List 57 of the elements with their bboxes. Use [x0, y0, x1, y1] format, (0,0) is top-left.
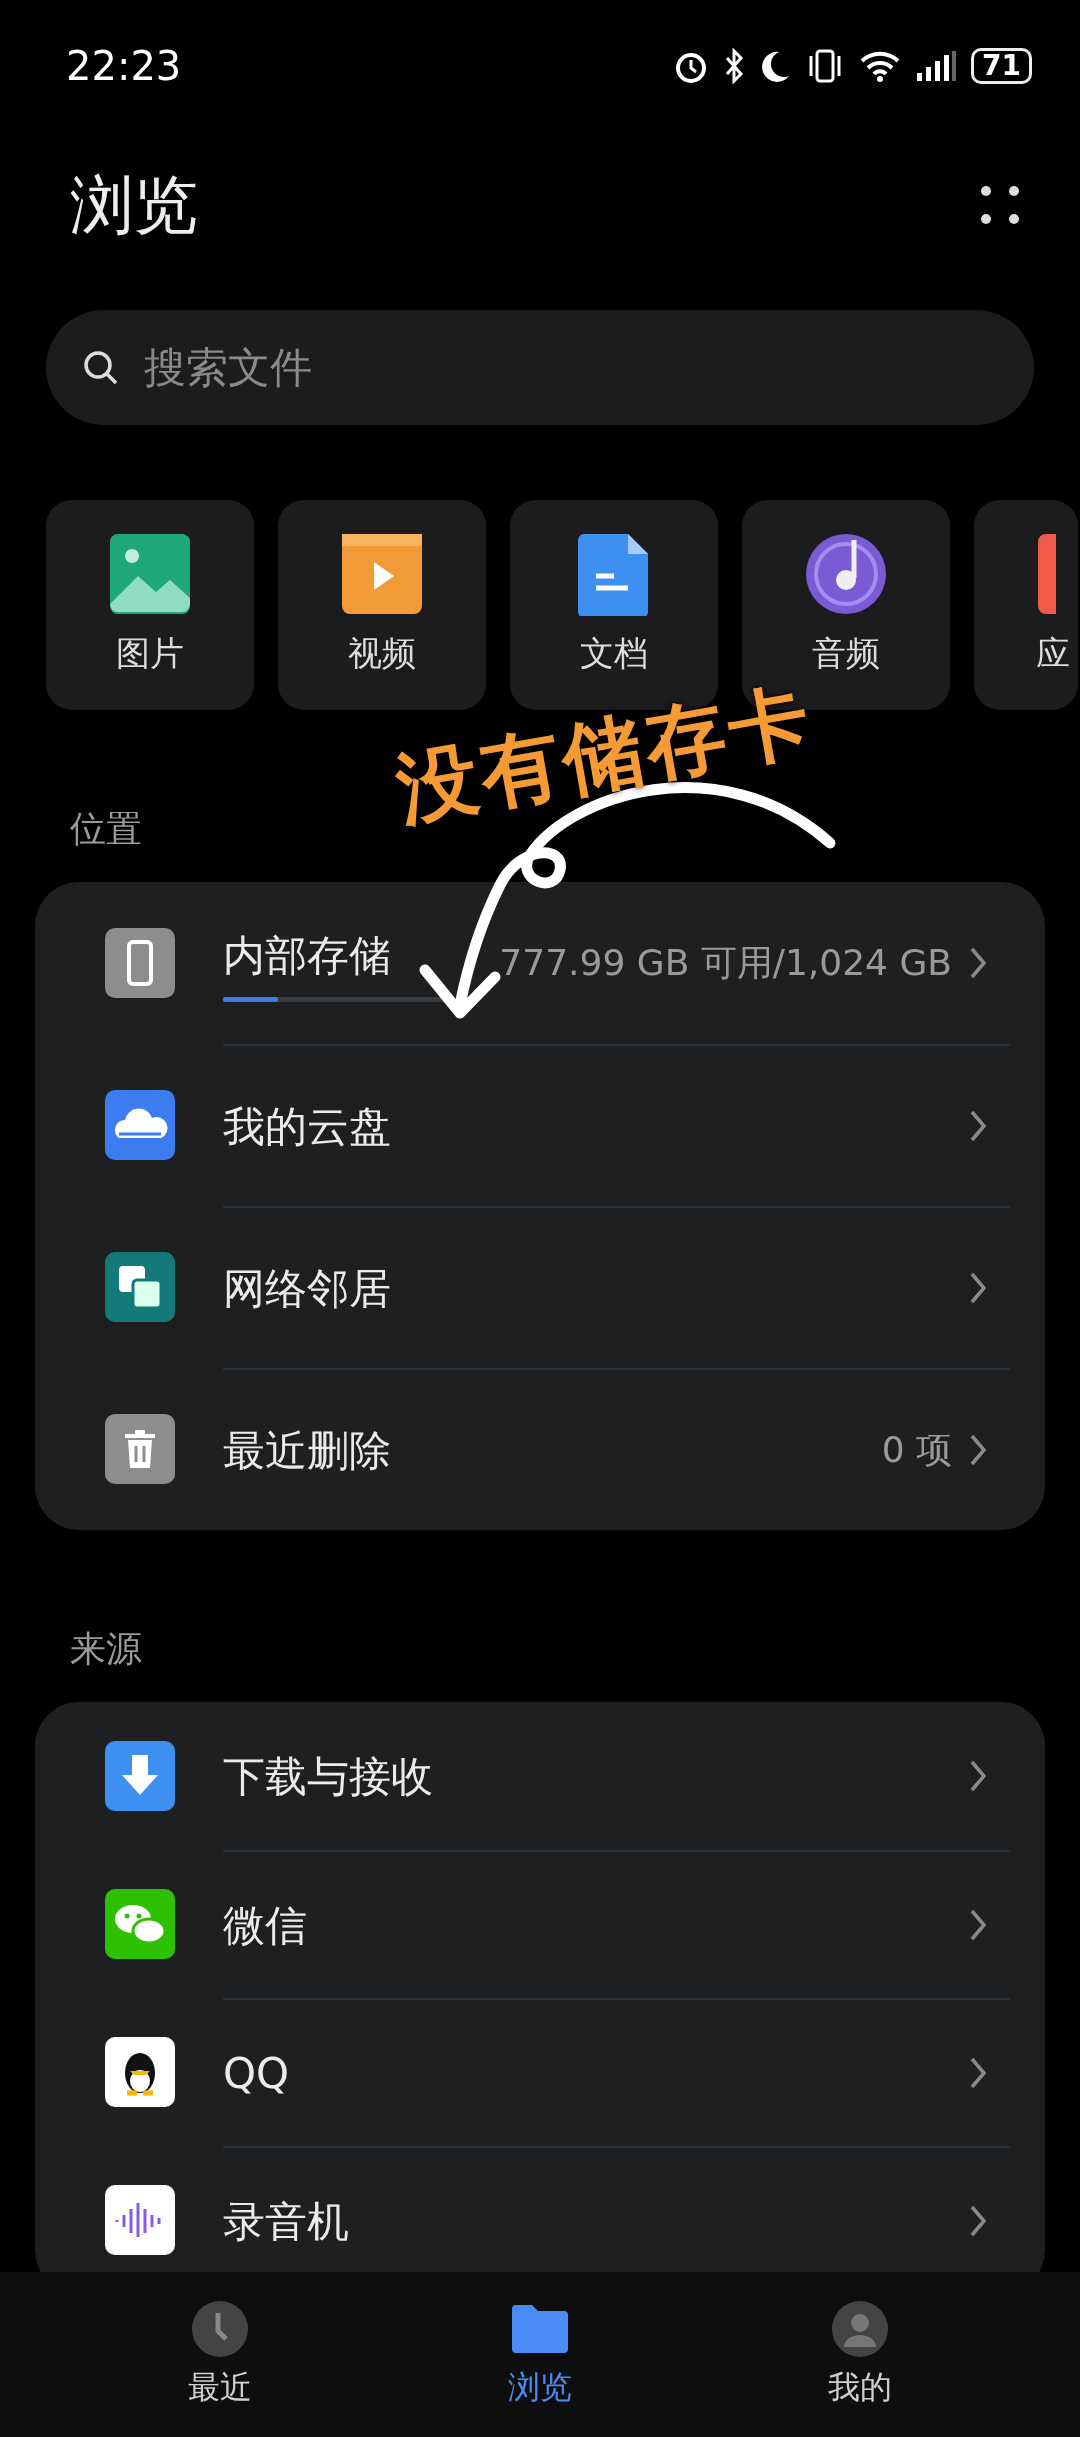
item-title: 网络邻居: [223, 1262, 391, 1315]
chevron-right-icon: [968, 1758, 988, 1794]
chevron-right-icon: [968, 2055, 988, 2091]
person-icon: [830, 2298, 890, 2357]
search-bar[interactable]: 搜索文件: [46, 310, 1034, 425]
list-item[interactable]: 内部存储 777.99 GB 可用/1,024 GB: [70, 882, 1010, 1044]
more-icon[interactable]: [980, 185, 1020, 225]
signal-icon: [915, 49, 958, 83]
play-icon: [340, 531, 424, 616]
music-disc-icon: [804, 531, 888, 616]
list-item[interactable]: 微信: [70, 1850, 1010, 1998]
item-title: 录音机: [223, 2195, 349, 2248]
overlapping-squares-icon: [105, 1252, 175, 1322]
nav-tab[interactable]: 我的: [760, 2297, 960, 2412]
chevron-right-icon: [968, 1270, 988, 1306]
chevron-right-icon: [968, 2203, 988, 2239]
penguin-icon: [105, 2037, 175, 2107]
category-tile[interactable]: 图片: [46, 500, 254, 710]
battery-level: 71: [971, 48, 1032, 84]
nav-tab[interactable]: 最近: [120, 2297, 320, 2412]
list-item[interactable]: 网络邻居: [70, 1206, 1010, 1368]
item-title: 最近删除: [223, 1424, 391, 1477]
nav-tab[interactable]: 浏览: [440, 2297, 640, 2412]
phone-icon: [105, 928, 175, 998]
wifi-icon: [859, 49, 902, 83]
search-field[interactable]: 搜索文件: [142, 335, 998, 400]
item-title: 下载与接收: [223, 1750, 433, 1803]
status-time: 22:23: [66, 42, 182, 91]
item-title: 内部存储: [223, 930, 392, 982]
item-detail: 777.99 GB 可用/1,024 GB: [499, 941, 952, 985]
chevron-right-icon: [968, 1108, 988, 1144]
download-icon: [105, 1741, 175, 1811]
item-title: 我的云盘: [223, 1100, 391, 1153]
list-item[interactable]: QQ: [70, 1998, 1010, 2146]
trash-icon: [105, 1414, 175, 1484]
chat-bubbles-icon: [105, 1889, 175, 1959]
list-item[interactable]: 我的云盘: [70, 1044, 1010, 1206]
chevron-right-icon: [968, 945, 988, 981]
item-detail: 0 项: [881, 1428, 952, 1472]
item-title: 微信: [223, 1899, 307, 1952]
category-tile[interactable]: 视频: [278, 500, 486, 710]
chevron-right-icon: [968, 1907, 988, 1943]
section-heading: 来源: [70, 1627, 143, 1671]
item-title: QQ: [223, 2047, 290, 2100]
section-heading: 位置: [70, 807, 143, 851]
page-title: 浏览: [70, 167, 198, 244]
clock-icon: [190, 2298, 250, 2357]
moon-icon: [759, 49, 792, 83]
image-icon: [108, 531, 192, 616]
list-item[interactable]: 最近删除 0 项: [70, 1368, 1010, 1530]
bluetooth-icon: [723, 48, 746, 84]
cloud-icon: [105, 1090, 175, 1160]
sound-wave-icon: [105, 2185, 175, 2255]
chevron-right-icon: [968, 1432, 988, 1468]
category-tile[interactable]: 应: [974, 500, 1078, 710]
search-icon: [82, 348, 120, 387]
list-item[interactable]: 下载与接收: [70, 1702, 1010, 1850]
